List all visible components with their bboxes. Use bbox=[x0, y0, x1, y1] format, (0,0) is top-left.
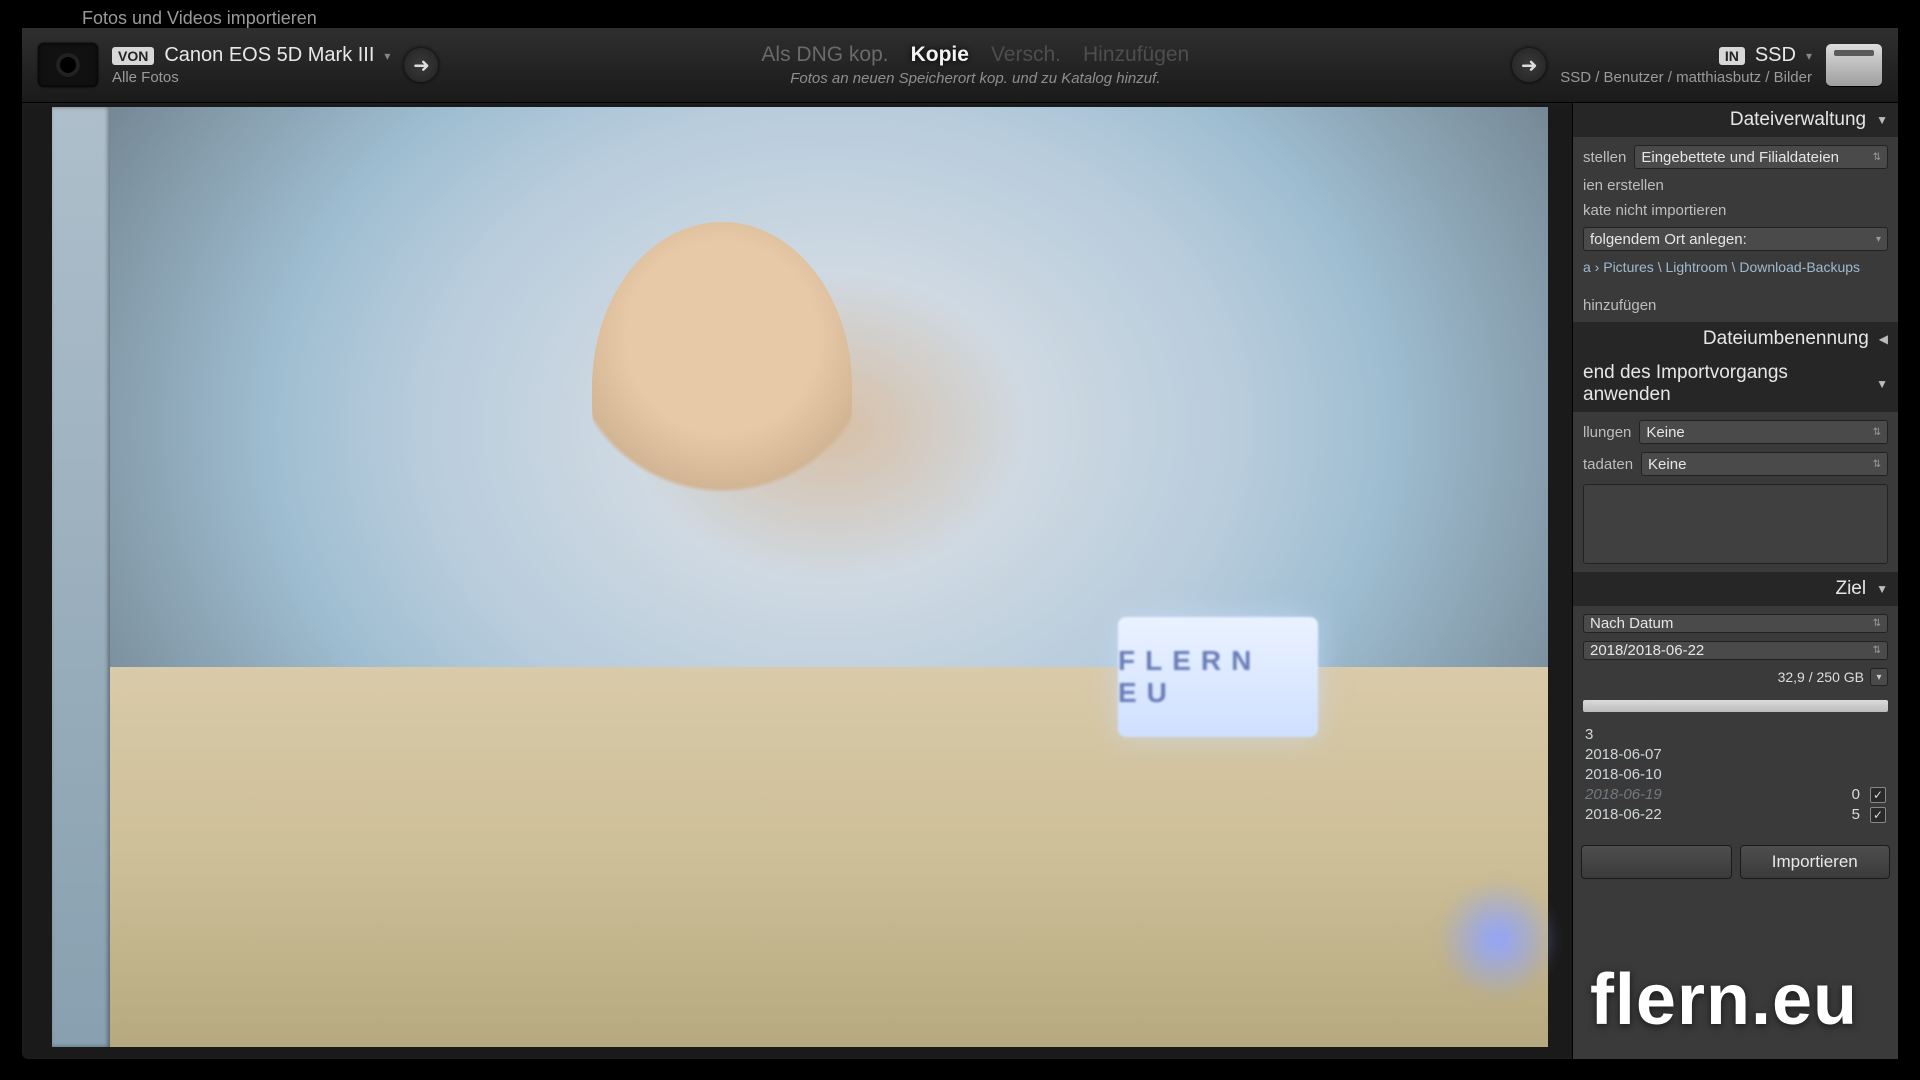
select-organize[interactable]: Nach Datum⇅ bbox=[1583, 614, 1888, 633]
label-render-previews: stellen bbox=[1583, 149, 1626, 166]
source-subtitle[interactable]: Alle Fotos bbox=[112, 69, 390, 86]
destination-subtitle: SSD / Benutzer / matthiasbutz / Bilder bbox=[1560, 69, 1812, 86]
tree-date-label: 2018-06-22 bbox=[1585, 806, 1662, 823]
preview-photo: FLERN EU bbox=[52, 107, 1548, 1047]
destination-title: SSD bbox=[1755, 44, 1796, 67]
mode-move[interactable]: Versch. bbox=[991, 43, 1061, 67]
label-metadata: tadaten bbox=[1583, 456, 1633, 473]
checkbox-add-to-collection[interactable]: hinzufügen bbox=[1583, 297, 1888, 314]
tree-row[interactable]: 2018-06-19 0 bbox=[1583, 786, 1888, 803]
preview-area[interactable]: FLERN EU bbox=[24, 105, 1572, 1057]
label-develop-settings: llungen bbox=[1583, 424, 1631, 441]
tree-count: 0 bbox=[1852, 786, 1860, 803]
right-panel: Dateiverwaltung▼ stellen Eingebettete un… bbox=[1572, 103, 1898, 1059]
select-render-previews[interactable]: Eingebettete und Filialdateien⇅ bbox=[1634, 145, 1888, 169]
camera-icon bbox=[38, 43, 98, 87]
mode-copy[interactable]: Kopie bbox=[911, 43, 969, 67]
section-file-renaming[interactable]: Dateiumbenennung◀ bbox=[1573, 322, 1898, 356]
keywords-input[interactable] bbox=[1583, 484, 1888, 564]
select-metadata[interactable]: Keine⇅ bbox=[1641, 452, 1888, 476]
tree-row[interactable]: 2018-06-10 bbox=[1583, 766, 1888, 783]
tree-date-label: 2018-06-10 bbox=[1585, 766, 1662, 783]
destination-date-tree: 3 2018-06-072018-06-102018-06-1902018-06… bbox=[1583, 726, 1888, 831]
tree-row[interactable]: 2018-06-22 5 bbox=[1583, 806, 1888, 823]
second-copy-path[interactable]: a › Pictures \ Lightroom \ Download-Back… bbox=[1583, 259, 1888, 275]
import-header: VON Canon EOS 5D Mark III ▾ Alle Fotos ➜… bbox=[22, 28, 1898, 103]
tree-date-label: 2018-06-07 bbox=[1585, 746, 1662, 763]
chevron-down-icon: ▾ bbox=[384, 49, 390, 63]
select-second-copy[interactable]: folgendem Ort anlegen:▾ bbox=[1583, 227, 1888, 251]
source-picker[interactable]: VON Canon EOS 5D Mark III ▾ bbox=[112, 44, 390, 67]
window-title: Fotos und Videos importieren bbox=[82, 8, 317, 29]
mode-as-dng[interactable]: Als DNG kop. bbox=[761, 43, 888, 67]
checkbox-smart-previews[interactable]: ien erstellen bbox=[1583, 177, 1888, 194]
triangle-down-icon: ▼ bbox=[1876, 582, 1888, 596]
drive-icon bbox=[1826, 44, 1882, 86]
checkbox-no-duplicates[interactable]: kate nicht importieren bbox=[1583, 202, 1888, 219]
mode-add[interactable]: Hinzufügen bbox=[1083, 43, 1189, 67]
destination-badge: IN bbox=[1719, 47, 1745, 65]
background-monitor: FLERN EU bbox=[1118, 617, 1318, 737]
section-apply-during-import[interactable]: end des Importvorgangs anwenden▼ bbox=[1573, 356, 1898, 412]
select-develop-settings[interactable]: Keine⇅ bbox=[1639, 420, 1888, 444]
arrow-right-icon[interactable]: ➜ bbox=[1512, 48, 1546, 82]
thumbnail-edge bbox=[52, 107, 110, 1047]
import-mode-row: Als DNG kop. Kopie Versch. Hinzufügen bbox=[761, 43, 1189, 67]
source-title: Canon EOS 5D Mark III bbox=[164, 44, 374, 67]
storage-text: 32,9 / 250 GB bbox=[1778, 669, 1864, 685]
tree-checkbox[interactable] bbox=[1870, 787, 1886, 803]
storage-disclosure[interactable]: ▾ bbox=[1870, 668, 1888, 686]
cancel-button[interactable] bbox=[1581, 845, 1732, 879]
chevron-down-icon: ▾ bbox=[1806, 49, 1812, 63]
section-destination[interactable]: Ziel▼ bbox=[1573, 572, 1898, 606]
tree-checkbox[interactable] bbox=[1870, 807, 1886, 823]
triangle-down-icon: ▼ bbox=[1876, 113, 1888, 127]
storage-bar bbox=[1583, 700, 1888, 712]
import-button[interactable]: Importieren bbox=[1740, 845, 1891, 879]
tree-root[interactable]: 3 bbox=[1585, 726, 1593, 743]
lens-flare bbox=[1438, 879, 1558, 999]
select-date-format[interactable]: 2018/2018-06-22⇅ bbox=[1583, 641, 1888, 660]
mode-description: Fotos an neuen Speicherort kop. und zu K… bbox=[790, 70, 1160, 87]
tree-count: 5 bbox=[1852, 806, 1860, 823]
destination-picker[interactable]: IN SSD ▾ bbox=[1719, 44, 1812, 67]
watermark: flern.eu bbox=[1590, 959, 1858, 1041]
tree-row[interactable]: 2018-06-07 bbox=[1583, 746, 1888, 763]
triangle-left-icon: ◀ bbox=[1879, 332, 1888, 346]
tree-date-label: 2018-06-19 bbox=[1585, 786, 1662, 803]
source-badge: VON bbox=[112, 47, 154, 65]
section-file-handling[interactable]: Dateiverwaltung▼ bbox=[1573, 103, 1898, 137]
arrow-right-icon[interactable]: ➜ bbox=[404, 48, 438, 82]
triangle-down-icon: ▼ bbox=[1876, 377, 1888, 391]
